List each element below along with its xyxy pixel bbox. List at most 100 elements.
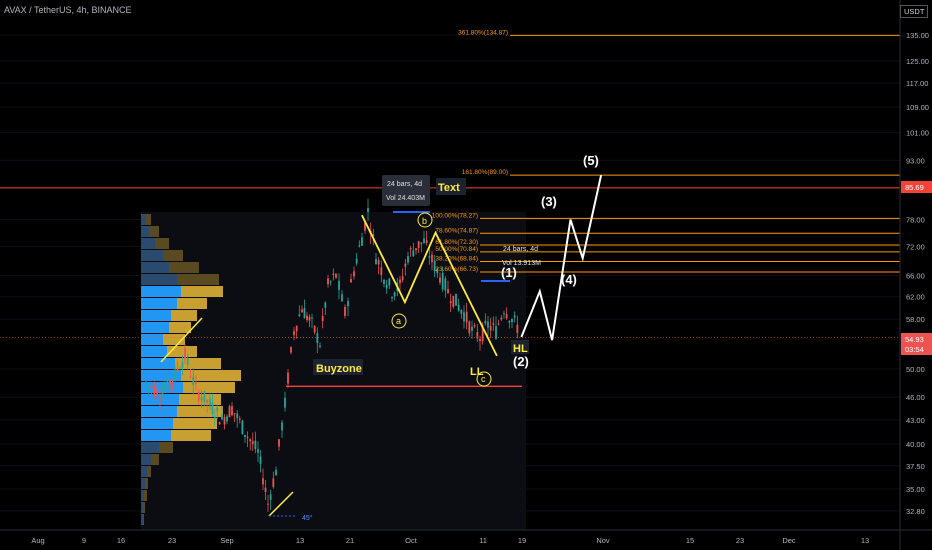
- y-tick-label: 35.00: [906, 485, 925, 494]
- candle-body: [415, 248, 417, 251]
- candle-body: [420, 242, 423, 245]
- candle-body: [335, 273, 337, 278]
- candle-body: [319, 345, 321, 347]
- candle-body: [492, 323, 495, 325]
- price-tag-countdown: 03:54: [905, 345, 924, 354]
- candle-body: [460, 310, 463, 314]
- candle-body: [267, 503, 269, 505]
- candle-body: [226, 416, 228, 422]
- x-tick-label: 23: [736, 536, 744, 545]
- x-tick-label: 11: [479, 536, 487, 545]
- vp-bar-up: [181, 370, 241, 381]
- candle-body: [473, 325, 476, 327]
- candle-body: [338, 280, 340, 290]
- candle-body: [200, 397, 203, 401]
- candle-body: [281, 422, 283, 431]
- candle-body: [211, 402, 214, 414]
- candle-body: [295, 325, 298, 332]
- wave-1-label: (1): [501, 265, 517, 280]
- price-chart[interactable]: 361.80%(134.87) 161.80%(89.00) 100.00%(78.…: [0, 0, 932, 550]
- candle-body: [181, 362, 184, 369]
- candle-body: [216, 407, 219, 411]
- fib-level-label: 78.60%(74.87): [435, 227, 478, 234]
- measure-box-2-vol: Vol 13.913M: [502, 260, 541, 267]
- y-tick-label: 135.00: [906, 31, 929, 40]
- vp-bar-up: [183, 382, 235, 393]
- wave-3-label: (3): [541, 194, 557, 209]
- vp-bar-down: [141, 346, 167, 357]
- measure-box-1-bars: 24 bars, 4d: [387, 181, 422, 188]
- measure-box-2-bars: 24 bars, 4d: [503, 246, 538, 253]
- candle-body: [341, 294, 343, 302]
- candle-body: [388, 278, 391, 286]
- candle-body: [303, 308, 306, 319]
- vp-bar-up: [159, 442, 173, 453]
- candle-body: [423, 238, 425, 243]
- fib-level-label: 361.80%(134.87): [458, 29, 508, 36]
- vp-bar-down: [141, 514, 143, 525]
- candle-body: [457, 304, 460, 311]
- y-tick-label: 109.00: [906, 103, 929, 112]
- y-tick-label: 101.00: [906, 129, 929, 138]
- candle-body: [228, 406, 231, 418]
- currency-button[interactable]: USDT: [900, 5, 929, 18]
- candle-body: [431, 254, 433, 263]
- candle-body: [344, 306, 346, 317]
- vp-bar-down: [141, 406, 177, 417]
- vp-bar-down: [141, 442, 159, 453]
- candle-body: [269, 494, 272, 500]
- vp-bar-down: [141, 478, 145, 489]
- candle-body: [367, 208, 369, 213]
- price-tag-level-text: 85.69: [905, 183, 924, 192]
- candle-body: [150, 385, 153, 389]
- fib-level-label: 38.20%(68.84): [435, 256, 478, 263]
- candle-body: [500, 317, 503, 320]
- vp-bar-down: [141, 262, 169, 273]
- candle-body: [223, 416, 226, 425]
- candle-body: [145, 381, 147, 383]
- candle-body: [497, 323, 500, 325]
- vp-bar-up: [169, 262, 199, 273]
- wave-2-label: (2): [513, 354, 529, 369]
- vp-bar-down: [141, 286, 181, 297]
- vp-bar-down: [141, 274, 177, 285]
- vp-bar-up: [181, 286, 223, 297]
- candle-body: [262, 478, 264, 485]
- y-tick-label: 40.00: [906, 440, 925, 449]
- vp-bar-down: [141, 250, 163, 261]
- y-tick-label: 93.00: [906, 156, 925, 165]
- vp-bar-up: [177, 298, 207, 309]
- y-tick-label: 125.00: [906, 57, 929, 66]
- candle-body: [195, 382, 197, 384]
- candle-body: [463, 312, 465, 322]
- vp-bar-up: [169, 322, 191, 333]
- vp-bar-up: [171, 430, 211, 441]
- y-tick-label: 78.00: [906, 215, 925, 224]
- candle-body: [321, 316, 324, 322]
- candle-body: [259, 456, 262, 464]
- candle-body: [361, 237, 363, 246]
- angle-label: 45°: [302, 514, 313, 522]
- candle-body: [329, 281, 332, 283]
- candle-body: [447, 289, 449, 294]
- candle-body: [246, 436, 249, 438]
- x-tick-label: 9: [82, 536, 86, 545]
- candle-body: [428, 256, 431, 258]
- candle-body: [495, 326, 497, 339]
- y-tick-label: 66.00: [906, 272, 925, 281]
- wave-b-label: b: [422, 216, 427, 226]
- vp-bar-down: [141, 310, 171, 321]
- x-tick-label: 15: [686, 536, 694, 545]
- vp-bar-up: [145, 214, 151, 225]
- x-tick-label: Aug: [31, 536, 44, 545]
- candle-body: [257, 449, 259, 453]
- candle-body: [308, 316, 311, 321]
- symbol-title: AVAX / TetherUS, 4h, BINANCE: [4, 5, 132, 15]
- candle-body: [164, 386, 166, 389]
- candle-body: [275, 469, 277, 476]
- candle-body: [513, 315, 516, 318]
- candle-body: [404, 263, 407, 267]
- vp-bar-up: [143, 514, 144, 525]
- vp-bar-down: [141, 502, 143, 513]
- vp-bar-up: [145, 478, 148, 489]
